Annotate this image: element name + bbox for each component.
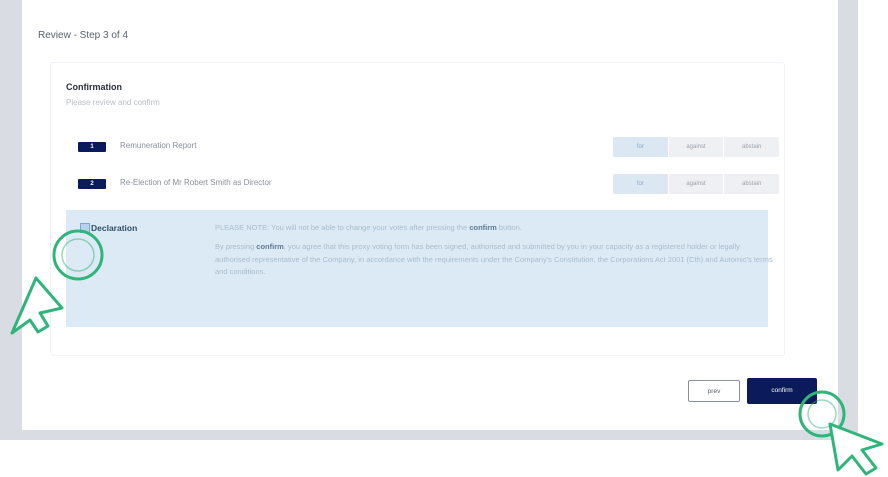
vote-for-button[interactable]: for: [613, 137, 669, 157]
declaration-note: PLEASE NOTE: You will not be able to cha…: [215, 222, 775, 234]
body-prefix: By pressing: [215, 242, 257, 252]
step-title: Review - Step 3 of 4: [38, 30, 129, 41]
resolution-number-badge: 1: [78, 142, 106, 152]
resolution-title: Re-Election of Mr Robert Smith as Direct…: [120, 178, 272, 187]
page: Review - Step 3 of 4 Confirmation Please…: [0, 0, 888, 477]
declaration-text: PLEASE NOTE: You will not be able to cha…: [215, 222, 775, 286]
frame-left: [0, 0, 22, 440]
vote-button-group: for against abstain: [613, 137, 779, 157]
resolution-title: Remuneration Report: [120, 141, 197, 150]
hand-pointer-icon: [798, 390, 884, 476]
resolution-row: 1 Remuneration Report for against abstai…: [50, 137, 783, 159]
vote-against-button[interactable]: against: [668, 137, 725, 157]
frame-bottom: [0, 430, 858, 440]
frame-right: [838, 0, 858, 440]
vote-abstain-button[interactable]: abstain: [724, 174, 779, 194]
body-bold: confirm: [256, 242, 284, 252]
resolution-number-badge: 2: [78, 179, 106, 189]
vote-button-group: for against abstain: [613, 174, 779, 194]
note-prefix: PLEASE NOTE: You will not be able to cha…: [215, 223, 470, 232]
vote-against-button[interactable]: against: [668, 174, 725, 194]
note-bold: confirm: [469, 223, 497, 232]
vote-abstain-button[interactable]: abstain: [724, 137, 779, 157]
declaration-body: By pressing confirm, you agree that this…: [215, 241, 775, 278]
body-suffix: , you agree that this proxy voting form …: [215, 242, 773, 277]
vote-for-button[interactable]: for: [613, 174, 669, 194]
hand-pointer-icon: [10, 229, 104, 335]
confirmation-subtitle: Please review and confirm: [66, 98, 160, 107]
confirmation-title: Confirmation: [66, 82, 122, 92]
resolution-row: 2 Re-Election of Mr Robert Smith as Dire…: [50, 174, 783, 196]
prev-button[interactable]: prev: [688, 380, 740, 402]
note-suffix: button.: [496, 223, 522, 232]
